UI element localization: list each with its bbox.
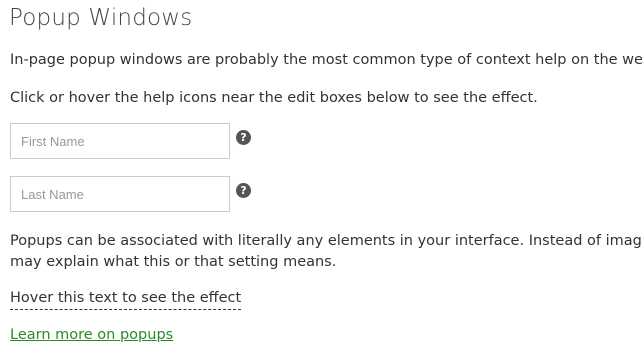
description-text: Popups can be associated with literally … [10, 231, 642, 273]
first-name-field[interactable] [10, 123, 230, 159]
last-name-field[interactable] [10, 176, 230, 212]
question-circle-icon[interactable]: ? [236, 130, 251, 145]
instruction-text: Click or hover the help icons near the e… [10, 90, 538, 106]
intro-text: In-page popup windows are probably the m… [10, 52, 642, 68]
learn-more-link[interactable]: Learn more on popups [10, 325, 173, 346]
description-line-2: may explain what this or that setting me… [10, 254, 337, 270]
page-title: Popup Windows [9, 5, 193, 31]
description-line-1: Popups can be associated with literally … [10, 233, 642, 249]
hover-help-text[interactable]: Hover this text to see the effect [10, 288, 242, 310]
question-circle-icon[interactable]: ? [236, 183, 251, 198]
